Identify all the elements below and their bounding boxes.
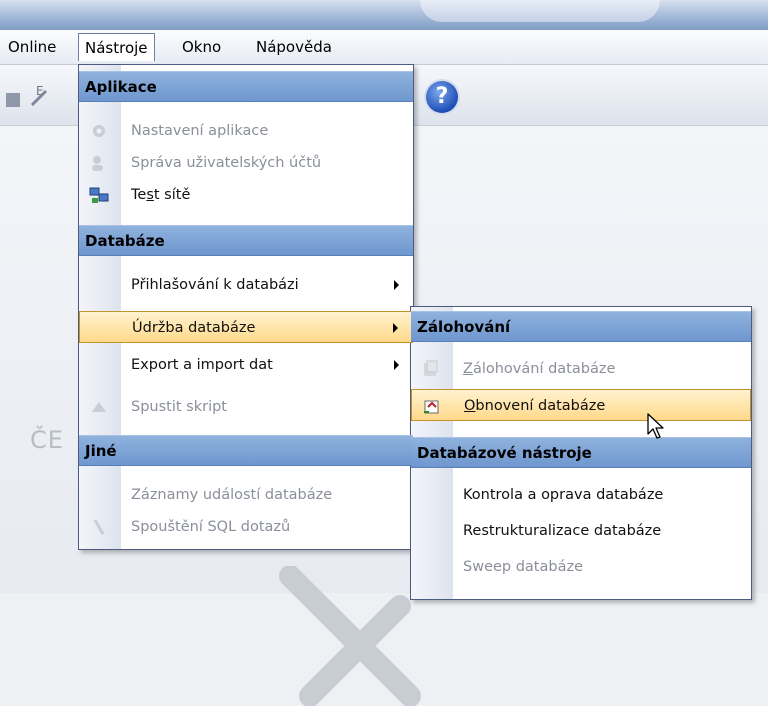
menu-item-nastaveni-aplikace[interactable]: Nastavení aplikace — [79, 115, 413, 147]
menu-item-label: Záznamy událostí databáze — [131, 487, 333, 503]
toolbar-tools-icon[interactable]: E — [2, 83, 62, 111]
menu-item-sweep-databaze[interactable]: Sweep databáze — [411, 551, 751, 583]
network-icon — [89, 187, 109, 203]
mouse-cursor-icon — [647, 413, 664, 439]
help-icon[interactable]: ? — [426, 81, 458, 113]
submenu-arrow-icon — [393, 323, 398, 333]
window-title-bar — [0, 0, 768, 30]
udrzba-submenu: Zálohování Zálohování databáze Obnovení … — [410, 306, 752, 600]
menu-item-zalohovani-databaze[interactable]: Zálohování databáze — [411, 353, 751, 385]
submenu-arrow-icon — [394, 280, 399, 290]
menu-bar: Online Nástroje Okno Nápověda — [0, 30, 768, 65]
menu-item-prihlasovani[interactable]: Přihlašování k databázi — [79, 269, 413, 301]
section-header-jine: Jiné — [79, 435, 413, 466]
script-icon — [92, 402, 106, 412]
background-label: ČE — [30, 426, 64, 454]
menu-item-test-site[interactable]: Test sítě — [79, 179, 413, 211]
section-header-zalohovani: Zálohování — [411, 311, 751, 342]
menu-item-export-import[interactable]: Export a import dat — [79, 349, 413, 381]
sql-icon — [93, 519, 105, 535]
menu-item-sprava-uctu[interactable]: Správa uživatelských účtů — [79, 147, 413, 179]
menu-nastroje[interactable]: Nástroje — [78, 33, 155, 61]
menu-item-label: Test sítě — [131, 187, 191, 203]
menu-item-udrzba-databaze[interactable]: Údržba databáze — [79, 311, 413, 343]
menu-item-obnoveni-databaze[interactable]: Obnovení databáze — [411, 389, 751, 421]
menu-item-label: Spouštění SQL dotazů — [131, 519, 291, 535]
menu-item-spustit-skript[interactable]: Spustit skript — [79, 391, 413, 423]
menu-item-zaznamy-udalosti[interactable]: Záznamy událostí databáze — [79, 479, 413, 511]
menu-item-kontrola-oprava[interactable]: Kontrola a oprava databáze — [411, 479, 751, 511]
menu-item-label: Export a import dat — [131, 357, 273, 373]
section-header-databazove-nastroje: Databázové nástroje — [411, 437, 751, 468]
menu-item-label: Spustit skript — [131, 399, 227, 415]
section-header-aplikace: Aplikace — [79, 71, 413, 102]
title-bar-gloss — [420, 0, 660, 22]
settings-icon — [93, 125, 105, 137]
backup-icon — [424, 360, 438, 376]
menu-item-label: Zálohování databáze — [463, 361, 616, 377]
submenu-arrow-icon — [394, 360, 399, 370]
menu-item-label: Sweep databáze — [463, 559, 584, 575]
restore-icon — [424, 400, 439, 414]
menu-item-label: Správa uživatelských účtů — [131, 155, 322, 171]
nastroje-dropdown: Aplikace Nastavení aplikace Správa uživa… — [78, 64, 414, 550]
menu-item-label: Nastavení aplikace — [131, 123, 269, 139]
menu-item-label: Údržba databáze — [132, 320, 256, 336]
section-header-databaze: Databáze — [79, 225, 413, 256]
users-icon — [92, 156, 103, 171]
menu-item-label: Restrukturalizace databáze — [463, 523, 662, 539]
menu-item-label: Přihlašování k databázi — [131, 277, 299, 293]
menu-napoveda[interactable]: Nápověda — [250, 33, 338, 61]
menu-okno[interactable]: Okno — [176, 33, 227, 61]
menu-item-label: Obnovení databáze — [464, 398, 606, 414]
menu-item-label: Kontrola a oprava databáze — [463, 487, 664, 503]
menu-online[interactable]: Online — [2, 33, 62, 61]
menu-item-spousteni-sql[interactable]: Spouštění SQL dotazů — [79, 511, 413, 543]
menu-item-restrukturalizace[interactable]: Restrukturalizace databáze — [411, 515, 751, 547]
